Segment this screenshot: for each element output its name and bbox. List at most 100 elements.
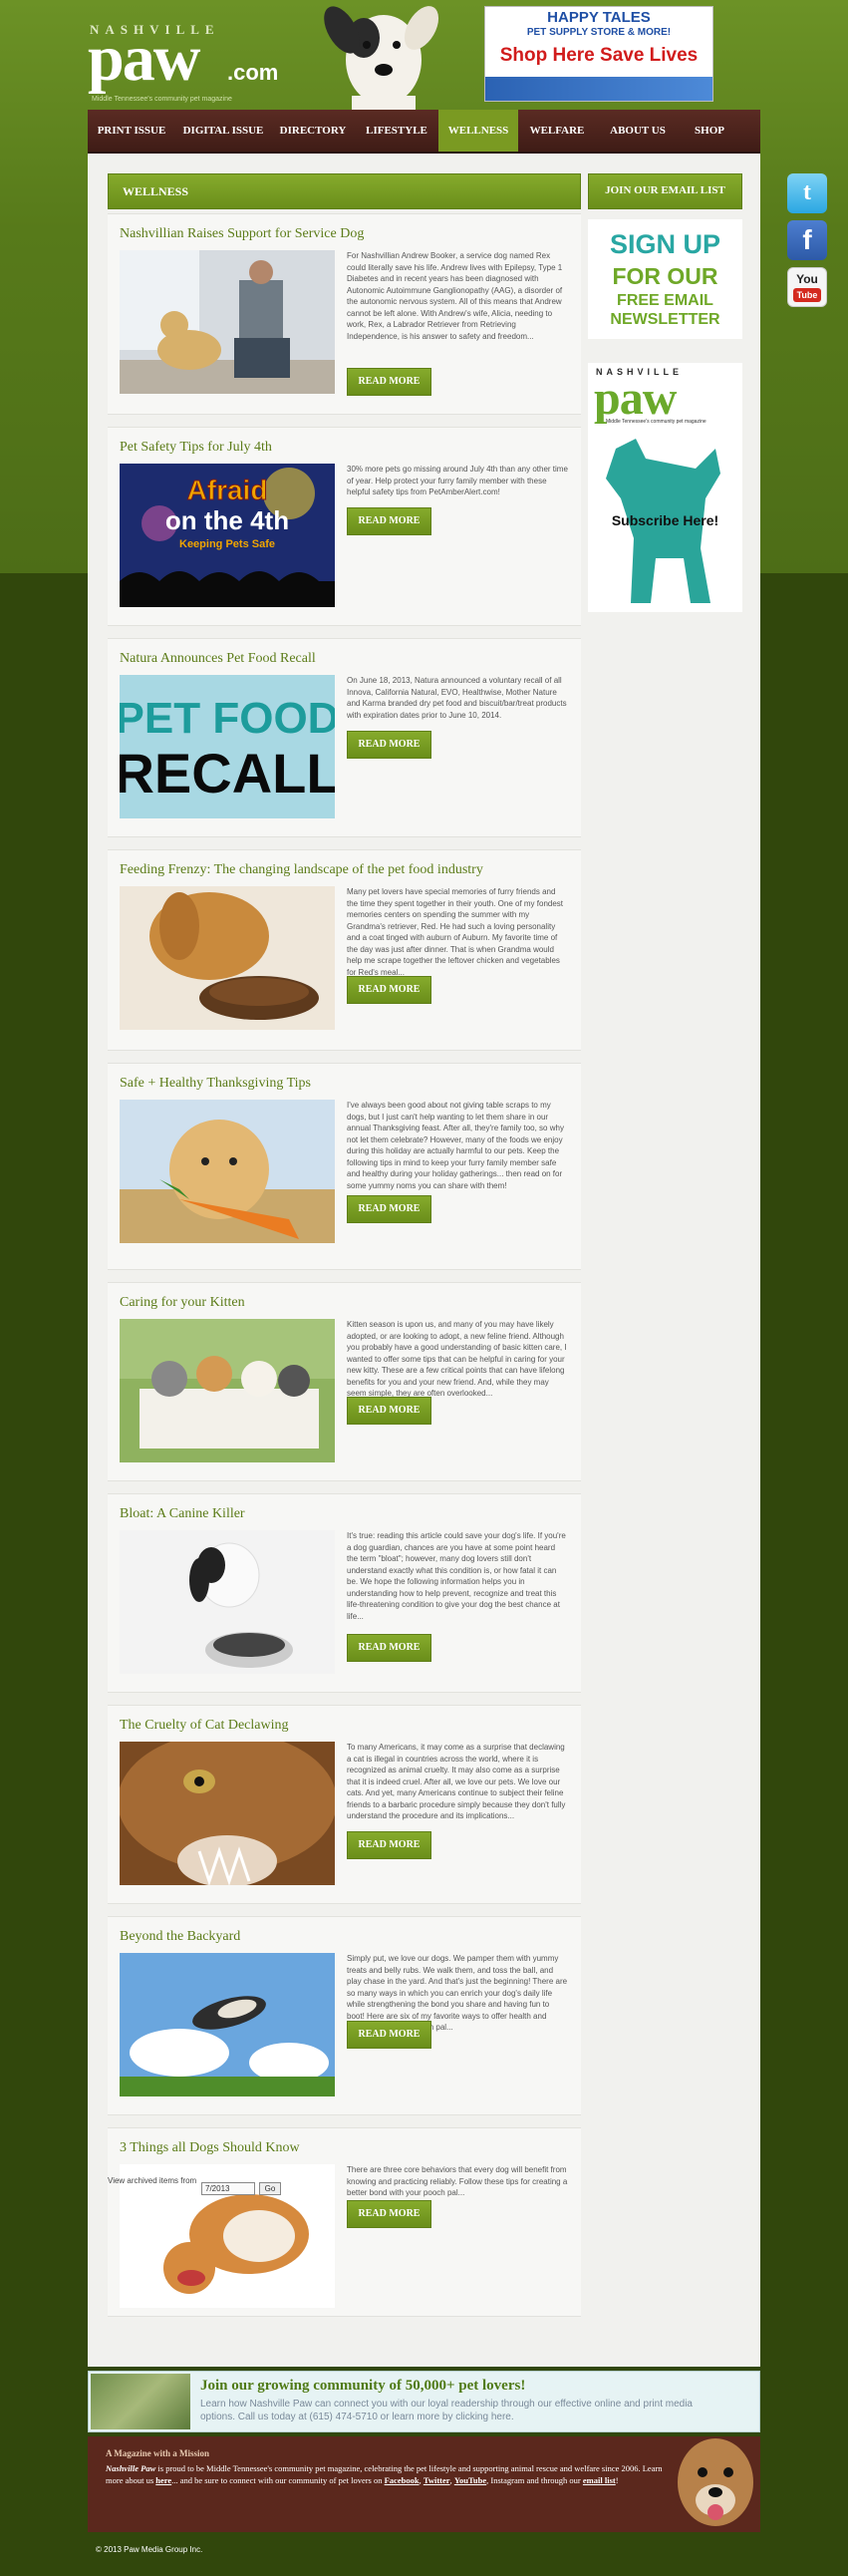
sidebar-header: JOIN OUR EMAIL LIST [588,173,742,209]
header-dog-illustration [324,6,439,112]
youtube-icon[interactable]: You Tube [787,267,827,307]
article-image[interactable] [120,886,335,1030]
page-wrapper: NASHVILLE paw .com Middle Tennessee's co… [88,0,760,2576]
article-title[interactable]: Pet Safety Tips for July 4th [120,440,272,456]
read-more-button[interactable]: READ MORE [347,976,431,1004]
article-excerpt: On June 18, 2013, Natura announced a vol… [347,676,567,720]
article-title[interactable]: Bloat: A Canine Killer [120,1506,245,1522]
logo-domain: .com [227,60,279,85]
read-more-button[interactable]: READ MORE [347,1634,431,1662]
article-title[interactable]: Caring for your Kitten [120,1295,245,1311]
about-here-link[interactable]: here [155,2475,171,2485]
archive-label: View archived items from [108,2176,197,2185]
article-excerpt: For Nashvillian Andrew Booker, a service… [347,251,563,341]
youtube-link[interactable]: YouTube [454,2475,486,2485]
image-text-recall: RECALL [120,742,335,805]
signup-headline: SIGN UP [609,229,721,259]
mission-text-part: , Instagram and through our [486,2475,583,2485]
read-more-button[interactable]: READ MORE [347,731,431,759]
youtube-text-you: You [796,272,818,286]
facebook-icon[interactable]: f [787,220,827,260]
read-more-button[interactable]: READ MORE [347,368,431,396]
mission-heading: A Magazine with a Mission [106,2448,210,2458]
article-title[interactable]: The Cruelty of Cat Declawing [120,1718,289,1734]
article-title[interactable]: Nashvillian Raises Support for Service D… [120,226,364,242]
community-promo-banner[interactable]: Join our growing community of 50,000+ pe… [88,2371,760,2432]
article-card: Safe + Healthy Thanksgiving Tips I've al… [108,1063,581,1270]
article-image[interactable]: PET FOOD RECALL [120,675,335,818]
footer-dog-photo [678,2438,753,2526]
subscribe-ad[interactable]: NASHVILLE paw Middle Tennessee's communi… [588,363,742,612]
nav-about-us[interactable]: ABOUT US [596,110,680,152]
mission-text-part: ! [615,2475,619,2485]
nav-lifestyle[interactable]: LIFESTYLE [355,110,438,152]
article-excerpt: Many pet lovers have special memories of… [347,887,564,977]
nav-digital-issue[interactable]: DIGITAL ISSUE [175,110,271,152]
section-title: WELLNESS [123,184,189,198]
article-title[interactable]: Natura Announces Pet Food Recall [120,651,316,667]
twitter-glyph: t [803,179,811,205]
read-more-button[interactable]: READ MORE [347,1831,431,1859]
nav-shop[interactable]: SHOP [680,110,739,152]
article-image[interactable] [120,1953,335,2096]
article-image[interactable] [120,1319,335,1462]
article-excerpt: I've always been good about not giving t… [347,1101,564,1190]
article-card: Feeding Frenzy: The changing landscape o… [108,849,581,1051]
ad-stripe [485,77,712,101]
promo-photo [91,2374,190,2429]
nav-print-issue[interactable]: PRINT ISSUE [88,110,175,152]
article-image[interactable] [120,1742,335,1885]
newsletter-signup-ad[interactable]: SIGN UP FOR OUR FREE EMAIL NEWSLETTER [588,219,742,339]
image-text-on-the-4th: on the 4th [165,505,289,535]
article-excerpt: 30% more pets go missing around July 4th… [347,465,568,496]
article-title[interactable]: Safe + Healthy Thanksgiving Tips [120,1076,311,1092]
article-excerpt: It's true: reading this article could sa… [347,1531,566,1621]
email-list-link[interactable]: email list [583,2475,616,2485]
read-more-button[interactable]: READ MORE [347,1397,431,1425]
ad-slogan: Shop Here Save Lives [499,45,699,66]
signup-subline: FOR OUR [612,263,718,289]
article-card: 3 Things all Dogs Should Know There are … [108,2127,581,2317]
article-image[interactable] [120,1530,335,1674]
youtube-text-tube: Tube [793,288,821,302]
happy-tales-ad[interactable]: HAPPY TALES PET SUPPLY STORE & MORE! Sho… [484,6,713,102]
read-more-button[interactable]: READ MORE [347,1195,431,1223]
subscribe-ad-tagline: Middle Tennessee's community pet magazin… [606,419,707,425]
article-title[interactable]: 3 Things all Dogs Should Know [120,2140,300,2156]
read-more-button[interactable]: READ MORE [347,2021,431,2049]
article-image[interactable] [120,250,335,394]
copyright-text: © 2013 Paw Media Group Inc. [96,2545,203,2554]
article-title[interactable]: Beyond the Backyard [120,1929,240,1945]
article-image[interactable]: Afraid on the 4th Keeping Pets Safe [120,464,335,607]
article-image[interactable] [120,1100,335,1243]
read-more-button[interactable]: READ MORE [347,507,431,535]
article-card: Caring for your Kitten Kitten season is … [108,1282,581,1481]
promo-heading: Join our growing community of 50,000+ pe… [200,2378,526,2394]
facebook-link[interactable]: Facebook [385,2475,420,2485]
article-excerpt: There are three core behaviors that ever… [347,2165,568,2197]
signup-newsletter: FREE EMAIL NEWSLETTER [610,292,720,328]
twitter-icon[interactable]: t [787,173,827,213]
archive-go-button[interactable]: Go [259,2182,281,2195]
content-area: WELLNESS JOIN OUR EMAIL LIST SIGN UP FOR… [88,154,760,2367]
image-text-keeping-pets-safe: Keeping Pets Safe [179,538,275,550]
logo-paw: paw [88,22,200,95]
site-logo[interactable]: NASHVILLE paw .com Middle Tennessee's co… [88,22,287,103]
nav-directory[interactable]: DIRECTORY [271,110,355,152]
article-excerpt: Kitten season is upon us, and many of yo… [347,1320,567,1398]
sidebar-heading: JOIN OUR EMAIL LIST [605,184,725,196]
article-card: Pet Safety Tips for July 4th Afraid on t… [108,427,581,626]
twitter-link[interactable]: Twitter [424,2475,450,2485]
logo-tagline: Middle Tennessee's community pet magazin… [92,96,232,103]
ad-brand: HAPPY TALES [547,9,651,26]
section-header: WELLNESS [108,173,581,209]
nav-welfare[interactable]: WELFARE [518,110,596,152]
article-title[interactable]: Feeding Frenzy: The changing landscape o… [120,862,483,878]
read-more-button[interactable]: READ MORE [347,2200,431,2228]
image-text-afraid: Afraid [187,475,268,505]
mission-text: Nashville Paw is proud to be Middle Tenn… [106,2463,663,2485]
article-card: Bloat: A Canine Killer It's true: readin… [108,1493,581,1693]
nav-wellness[interactable]: WELLNESS [438,110,518,152]
article-card: Beyond the Backyard Simply put, we love … [108,1916,581,2115]
archive-month-select[interactable]: 7/2013 [201,2182,255,2195]
